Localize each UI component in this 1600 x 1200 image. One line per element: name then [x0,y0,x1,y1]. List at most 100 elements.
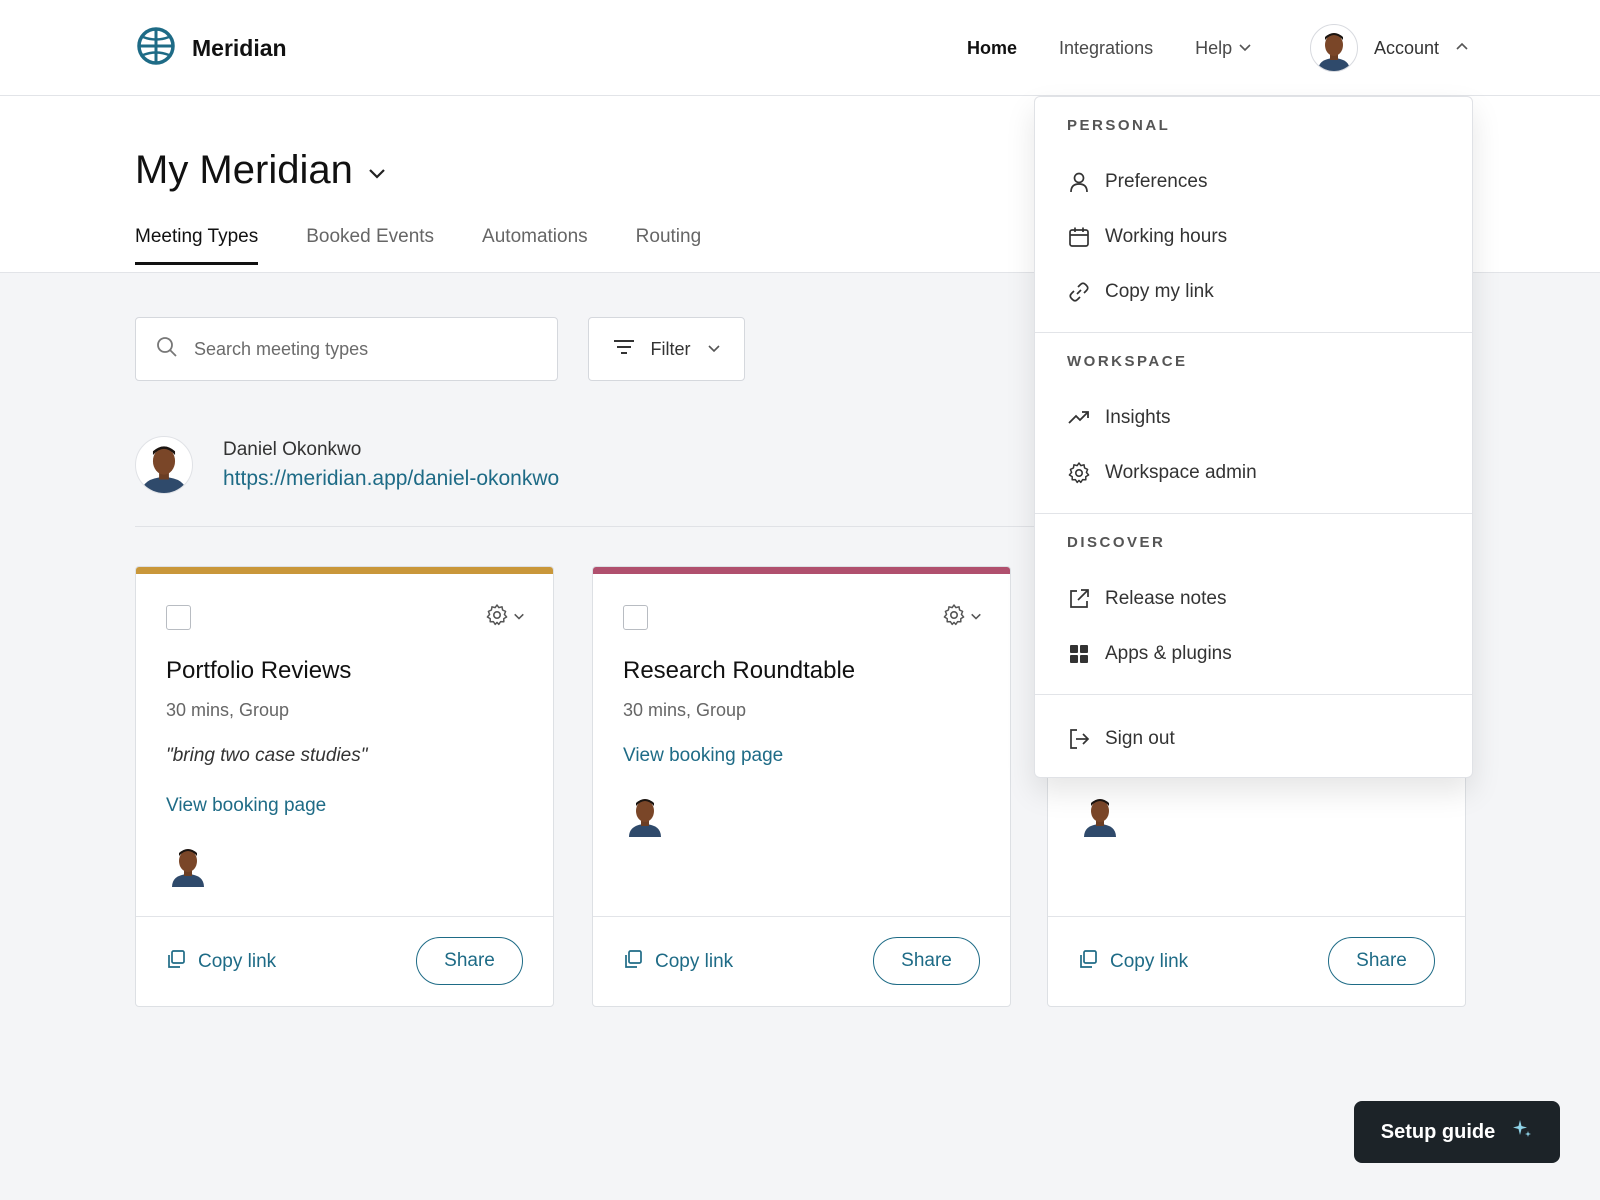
tab-meeting-types[interactable]: Meeting Types [135,226,259,265]
menu-item-label: Working hours [1105,225,1228,247]
gear-icon [485,603,509,632]
external-link-icon [1067,587,1091,611]
gear-icon [1067,461,1091,485]
sign-out-icon [1067,727,1091,751]
share-button[interactable]: Share [416,937,523,985]
workspace-switcher[interactable]: My Meridian [135,148,387,193]
view-booking-page-link[interactable]: View booking page [623,745,783,767]
filter-icon [613,338,635,361]
account-label: Account [1374,37,1440,58]
chevron-down-icon [707,339,721,360]
chevron-up-icon [1455,38,1469,59]
filter-button[interactable]: Filter [588,317,745,381]
nav-help[interactable]: Help [1195,38,1252,59]
menu-item-label: Insights [1105,406,1171,428]
menu-item-working-hours[interactable]: Working hours [1067,209,1440,264]
menu-item-apps-plugins[interactable]: Apps & plugins [1067,626,1440,681]
setup-guide-label: Setup guide [1380,1120,1496,1143]
menu-item-label: Apps & plugins [1105,642,1232,664]
account-menu-button[interactable]: Account [1310,24,1469,72]
share-button[interactable]: Share [873,937,980,985]
dropdown-section-personal: PERSONAL Preferences Working hours Copy … [1035,97,1472,319]
copy-link-label: Copy link [1110,951,1189,972]
copy-link-label: Copy link [655,951,734,972]
avatar [1078,793,1122,837]
copy-link-label: Copy link [198,951,277,972]
avatar [623,793,667,837]
search-input[interactable] [194,338,534,360]
nav-help-label: Help [1195,37,1233,58]
section-heading: WORKSPACE [1067,353,1188,370]
avatar [166,843,210,887]
copy-link-button[interactable]: Copy link [623,949,733,975]
link-icon [1067,280,1091,304]
menu-item-release-notes[interactable]: Release notes [1067,571,1440,626]
copy-icon [1078,949,1098,975]
search-box [135,317,558,381]
grid-icon [1067,642,1091,666]
share-button[interactable]: Share [1328,937,1435,985]
chevron-down-icon [1238,38,1252,59]
copy-link-button[interactable]: Copy link [1078,949,1188,975]
card-color-stripe [136,567,553,574]
setup-guide-button[interactable]: Setup guide [1354,1101,1560,1163]
menu-item-label: Sign out [1105,727,1175,749]
brand-name: Meridian [192,35,287,61]
meeting-card: Research Roundtable 30 mins, Group View … [592,566,1011,1007]
nav-home[interactable]: Home [967,38,1017,59]
menu-item-sign-out[interactable]: Sign out [1067,711,1440,766]
card-color-stripe [593,567,1010,574]
tabs: Meeting Types Booked Events Automations … [135,226,749,265]
menu-item-label: Release notes [1105,587,1227,609]
card-settings-button[interactable] [485,603,525,632]
dropdown-section-discover: DISCOVER Release notes Apps & plugins [1035,514,1472,681]
card-settings-button[interactable] [942,603,982,632]
nav-links: Home Integrations Help [967,0,1294,96]
user-name: Daniel Okonkwo [223,439,362,460]
view-booking-page-link[interactable]: View booking page [166,795,326,817]
card-note: "bring two case studies" [166,745,368,766]
page-title: My Meridian [135,148,353,192]
menu-item-preferences[interactable]: Preferences [1067,154,1440,209]
user-row: Daniel Okonkwo https://meridian.app/dani… [135,436,559,494]
dropdown-section-workspace: WORKSPACE Insights Workspace admin [1035,333,1472,500]
card-footer: Copy link Share [593,916,1010,1006]
globe-logo-icon [136,26,176,71]
card-checkbox[interactable] [166,605,191,630]
sparkle-icon [1511,1118,1533,1146]
filter-label: Filter [650,338,691,359]
menu-item-label: Copy my link [1105,280,1214,302]
top-nav: Meridian Home Integrations Help Account [0,0,1600,96]
search-icon [156,336,178,363]
user-icon [1067,170,1091,194]
menu-item-workspace-admin[interactable]: Workspace admin [1067,445,1440,500]
menu-item-label: Workspace admin [1105,461,1257,483]
brand[interactable]: Meridian [136,26,287,71]
copy-icon [166,949,186,975]
card-subtitle: 30 mins, Group [623,700,747,720]
dropdown-section-signout: Sign out [1035,695,1472,766]
account-dropdown: PERSONAL Preferences Working hours Copy … [1034,96,1473,778]
menu-item-copy-my-link[interactable]: Copy my link [1067,264,1440,319]
menu-item-insights[interactable]: Insights [1067,390,1440,445]
user-booking-link[interactable]: https://meridian.app/daniel-okonkwo [223,467,559,491]
copy-link-button[interactable]: Copy link [166,949,276,975]
tab-routing[interactable]: Routing [636,226,702,265]
chevron-down-icon [367,148,387,193]
card-subtitle: 30 mins, Group [166,700,290,720]
card-checkbox[interactable] [623,605,648,630]
trending-up-icon [1067,406,1091,430]
card-footer: Copy link Share [136,916,553,1006]
chevron-down-icon [513,609,525,627]
tab-automations[interactable]: Automations [482,226,588,265]
nav-integrations[interactable]: Integrations [1059,38,1153,59]
avatar [135,436,193,494]
gear-icon [942,603,966,632]
calendar-icon [1067,225,1091,249]
card-title: Portfolio Reviews [166,657,352,684]
section-heading: DISCOVER [1067,534,1166,551]
divider [135,526,1035,527]
tab-booked-events[interactable]: Booked Events [306,226,434,265]
card-footer: Copy link Share [1048,916,1465,1006]
chevron-down-icon [970,609,982,627]
